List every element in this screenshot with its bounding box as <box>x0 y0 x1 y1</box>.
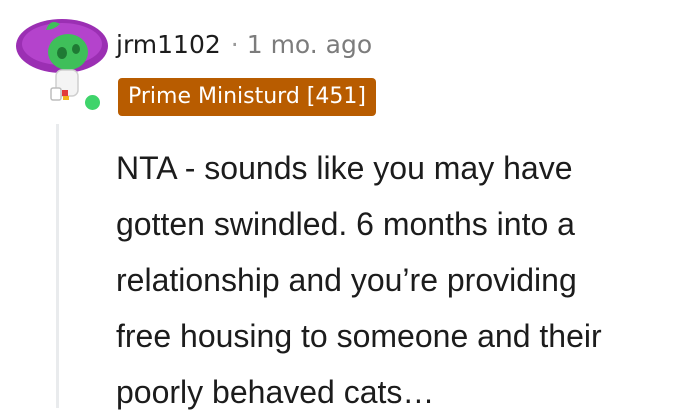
online-status-icon <box>82 92 103 113</box>
comment: jrm1102 · 1 mo. ago Prime Ministurd [451… <box>0 0 700 410</box>
comment-body-line: NTA - sounds like you may have <box>116 150 573 186</box>
comment-timestamp[interactable]: 1 mo. ago <box>247 30 372 59</box>
user-flair-badge: Prime Ministurd [451] <box>118 78 376 116</box>
comment-body-line: free housing to someone and their <box>116 318 602 354</box>
comment-body: NTA - sounds like you may have gotten sw… <box>116 140 696 420</box>
comment-meta: jrm1102 · 1 mo. ago <box>116 26 372 62</box>
comment-body-line: poorly behaved cats… <box>116 374 435 410</box>
meta-separator: · <box>230 29 239 59</box>
comment-body-line: gotten swindled. 6 months into a <box>116 206 575 242</box>
username-link[interactable]: jrm1102 <box>116 30 221 59</box>
thread-collapse-line[interactable] <box>56 124 59 408</box>
snoo-avatar-icon[interactable] <box>10 10 110 113</box>
comment-body-line: relationship and you’re providing <box>116 262 577 298</box>
